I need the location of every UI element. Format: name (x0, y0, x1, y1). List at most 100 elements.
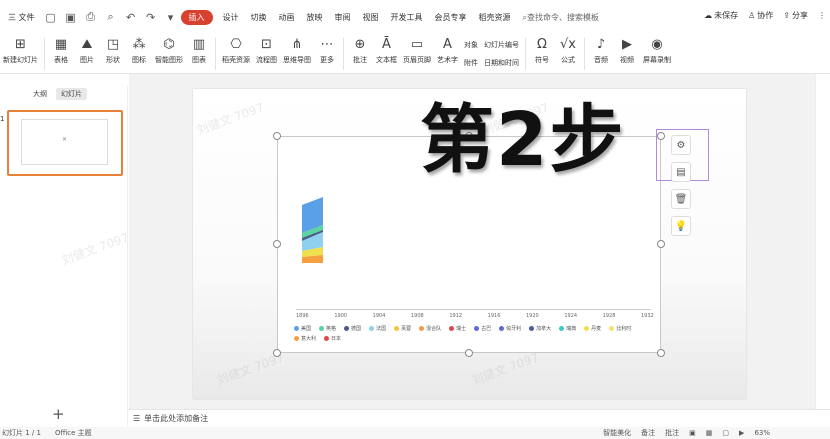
dropdown-icon[interactable]: ▾ (164, 10, 178, 24)
tab-design[interactable]: 设计 (217, 12, 245, 23)
print-icon[interactable]: ⎙ (84, 10, 98, 24)
undo-icon[interactable]: ↶ (124, 10, 138, 24)
tab-outline[interactable]: 大纲 (28, 88, 52, 100)
reading-view-icon[interactable]: ▢ (722, 429, 729, 437)
resize-handle-sw[interactable] (273, 349, 281, 357)
tab-slideshow[interactable]: 放映 (301, 12, 329, 23)
save-icon[interactable]: ▣ (64, 10, 78, 24)
new-slide-button[interactable]: ⊞ 新建幻灯片 (0, 34, 41, 74)
unsaved-button[interactable]: ☁ 未保存 (704, 10, 738, 21)
delete-button[interactable]: 🗑 (671, 189, 691, 209)
picture-button[interactable]: ⛰ 图片 (74, 34, 100, 74)
sorter-view-icon[interactable]: ▦ (706, 429, 713, 437)
tab-member[interactable]: 会员专享 (429, 12, 473, 23)
chart-style-button[interactable]: ▤ (671, 162, 691, 182)
table-button[interactable]: ▦ 表格 (48, 34, 74, 74)
header-footer-button[interactable]: ▭ 页眉页脚 (400, 34, 434, 74)
resize-handle-w[interactable] (273, 240, 281, 248)
smartart-button[interactable]: ⌬ 智能图形 (152, 34, 186, 74)
wordart-button[interactable]: A 艺术字 (434, 34, 461, 74)
file-menu[interactable]: 三 文件 (2, 12, 41, 23)
more-button[interactable]: ⋯ 更多 (314, 34, 340, 74)
legend-item[interactable]: 加拿大 (529, 325, 551, 332)
divider (215, 38, 216, 70)
more-menu-icon[interactable]: ⋮ (818, 10, 826, 21)
resize-handle-e[interactable] (657, 240, 665, 248)
preview-icon[interactable]: ⌕ (104, 10, 118, 24)
search-command[interactable]: ⌕查找命令、搜索模板 (523, 12, 599, 23)
resize-handle-se[interactable] (657, 349, 665, 357)
docer-resource-button[interactable]: ⎔ 稻壳资源 (219, 34, 253, 74)
legend-item[interactable]: 法国 (369, 325, 386, 332)
notes-bar[interactable]: ☰ 单击此处添加备注 (129, 409, 830, 427)
chart-button[interactable]: ▥ 图表 (186, 34, 212, 74)
object-button[interactable]: 对象 (464, 40, 478, 50)
tab-slides[interactable]: 幻灯片 (56, 88, 87, 100)
date-time-button[interactable]: 日期和时间 (484, 58, 519, 68)
comment-toggle[interactable]: 批注 (665, 428, 679, 438)
legend-swatch (419, 326, 425, 331)
tab-transition[interactable]: 切换 (245, 12, 273, 23)
legend-item[interactable]: 比利时 (609, 325, 631, 332)
notes-toggle[interactable]: 备注 (641, 428, 655, 438)
legend-item[interactable]: 芙蓉 (394, 325, 411, 332)
x-tick-label: 1920 (526, 313, 539, 319)
legend-item[interactable]: 丹麦 (584, 325, 601, 332)
symbol-button[interactable]: Ω 符号 (529, 34, 555, 74)
collab-button[interactable]: ♙ 协作 (748, 10, 773, 21)
slide-number-button[interactable]: 幻灯片编号 (484, 40, 519, 50)
legend-item[interactable]: 英格 (319, 325, 336, 332)
chart-settings-button[interactable]: ⚙ (671, 135, 691, 155)
docer-resource-icon: ⎔ (230, 36, 242, 52)
textbox-button[interactable]: Ā 文本框 (373, 34, 400, 74)
tab-review[interactable]: 审阅 (329, 12, 357, 23)
chart-legend: 美国 英格 德国 法国 芙蓉 混合队 瑞士 古巴 匈牙利 加拿大 瑞典 丹麦 比利时意大利 日本 (294, 325, 654, 342)
legend-label: 日本 (331, 336, 342, 342)
open-icon[interactable]: ▢ (44, 10, 58, 24)
tab-insert[interactable]: 插入 (180, 9, 213, 25)
legend-item[interactable]: 古巴 (474, 325, 491, 332)
tab-developer[interactable]: 开发工具 (385, 12, 429, 23)
normal-view-icon[interactable]: ▣ (689, 429, 696, 437)
attachment-button[interactable]: 附件 (464, 58, 478, 68)
play-icon[interactable]: ▶ (739, 429, 744, 437)
symbol-label: 符号 (535, 56, 549, 64)
smart-beautify-button[interactable]: 智能美化 (603, 428, 631, 438)
tab-docer[interactable]: 稻壳资源 (473, 12, 517, 23)
x-tick-label: 1928 (602, 313, 616, 319)
trash-icon: 🗑 (674, 193, 688, 205)
comment-button[interactable]: ⊕ 批注 (347, 34, 373, 74)
legend-item[interactable]: 意大利 (294, 335, 316, 342)
more-label: 更多 (320, 56, 334, 64)
shape-icon: ◳ (106, 36, 120, 52)
legend-item[interactable]: 混合队 (419, 325, 441, 332)
slide-thumbnail[interactable]: ✕ (7, 110, 123, 176)
screen-record-button[interactable]: ◉ 屏幕录制 (640, 34, 674, 74)
zoom-level[interactable]: 63% (754, 429, 770, 437)
legend-item[interactable]: 日本 (324, 335, 341, 342)
legend-item[interactable]: 瑞典 (559, 325, 576, 332)
header-footer-label: 页眉页脚 (403, 56, 431, 64)
legend-item[interactable]: 匈牙利 (499, 325, 521, 332)
formula-button[interactable]: √x 公式 (555, 34, 581, 74)
tip-button[interactable]: 💡 (671, 216, 691, 236)
share-button[interactable]: ⇪ 分享 (783, 10, 808, 21)
tab-view[interactable]: 视图 (357, 12, 385, 23)
legend-item[interactable]: 瑞士 (449, 325, 466, 332)
resize-handle-s[interactable] (465, 349, 473, 357)
mindmap-button[interactable]: ⋔ 思维导图 (280, 34, 314, 74)
flowchart-button[interactable]: ⊡ 流程图 (253, 34, 280, 74)
icons-button[interactable]: ⁂ 图标 (126, 34, 152, 74)
audio-button[interactable]: ♪ 音频 (588, 34, 614, 74)
legend-label: 美国 (301, 326, 312, 332)
tab-animation[interactable]: 动画 (273, 12, 301, 23)
legend-item[interactable]: 美国 (294, 325, 311, 332)
resize-handle-nw[interactable] (273, 132, 281, 140)
redo-icon[interactable]: ↷ (144, 10, 158, 24)
x-tick-label: 1924 (564, 313, 578, 319)
legend-item[interactable]: 德国 (344, 325, 361, 332)
shape-button[interactable]: ◳ 形状 (100, 34, 126, 74)
right-scrollbar[interactable] (815, 74, 830, 409)
video-button[interactable]: ▶ 视频 (614, 34, 640, 74)
add-slide-button[interactable]: + (52, 405, 65, 423)
